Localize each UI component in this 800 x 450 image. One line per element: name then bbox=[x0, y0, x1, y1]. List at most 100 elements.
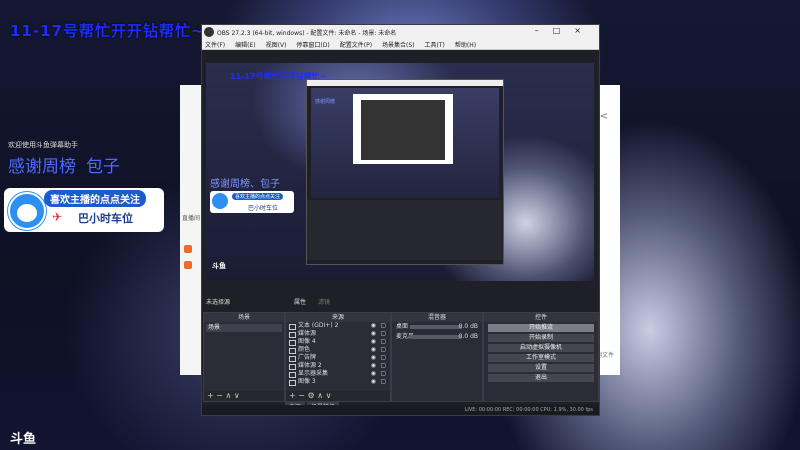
start-streaming-button[interactable]: 开始推流 bbox=[488, 324, 594, 332]
source-item[interactable]: 颜色 ◉ ▢ bbox=[286, 346, 390, 354]
nested-preview: 感谢周榜 bbox=[311, 88, 499, 198]
source-label: 文本 (GDI+) 2 bbox=[298, 322, 339, 329]
context-label: 未选择源 bbox=[206, 299, 231, 306]
source-item[interactable]: 媒体源 ◉ ▢ bbox=[286, 330, 390, 338]
source-item[interactable]: 图像 4 ◉ ▢ bbox=[286, 338, 390, 346]
window-controls[interactable]: –□× bbox=[535, 26, 595, 35]
follow-subtext: 巴小时车位 bbox=[78, 212, 133, 225]
lock-icon[interactable]: ▢ bbox=[380, 338, 386, 346]
scene-item[interactable]: 场景 bbox=[206, 324, 282, 332]
stream-banner-text: 11-17号帮忙开开钻帮忙~ bbox=[10, 22, 205, 40]
lock-icon[interactable]: ▢ bbox=[380, 330, 386, 338]
mixer-label: 桌面 bbox=[396, 323, 409, 330]
lock-icon[interactable]: ▢ bbox=[380, 346, 386, 354]
preview-follow-card: 喜欢主播的点点关注 巴小时车位 bbox=[210, 191, 294, 213]
eye-icon[interactable]: ◉ bbox=[371, 322, 376, 330]
mixer-db: 0.0 dB bbox=[458, 333, 478, 340]
obs-preview[interactable]: 11-17号帮忙开开钻帮忙~ 感谢周榜、包子 喜欢主播的点点关注 巴小时车位 斗… bbox=[206, 63, 594, 281]
source-item[interactable]: 媒体源 2 ◉ ▢ bbox=[286, 362, 390, 370]
browser-side-label[interactable]: 直播间 bbox=[182, 213, 200, 222]
thanks-label: 感谢周榜 bbox=[8, 157, 76, 177]
eye-icon[interactable]: ◉ bbox=[371, 370, 376, 378]
source-label: 图像 3 bbox=[298, 378, 316, 385]
follow-text: 喜欢主播的点点关注 bbox=[44, 190, 146, 207]
lock-icon[interactable]: ▢ bbox=[380, 378, 386, 386]
exit-button[interactable]: 退出 bbox=[488, 374, 594, 382]
sources-toolbar[interactable]: + − ⚙ ∧ ∨ bbox=[286, 391, 390, 401]
obs-title: OBS 27.2.3 (64-bit, windows) - 配置文件: 未命名… bbox=[217, 29, 397, 37]
nested-obs-capture: 感谢周榜 bbox=[306, 79, 504, 265]
menu-help[interactable]: 帮助(H) bbox=[455, 40, 476, 49]
source-label: 媒体源 2 bbox=[298, 362, 322, 369]
preview-thanks: 感谢周榜、包子 bbox=[210, 179, 280, 190]
source-label: 广告牌 bbox=[298, 354, 317, 361]
source-item[interactable]: 文本 (GDI+) 2 ◉ ▢ bbox=[286, 322, 390, 330]
lock-icon[interactable]: ▢ bbox=[380, 362, 386, 370]
source-label: 颜色 bbox=[298, 346, 311, 353]
danmu-helper-title: 欢迎使用斗鱼弹幕助手 bbox=[8, 141, 78, 149]
lock-icon[interactable]: ▢ bbox=[380, 354, 386, 362]
eye-icon[interactable]: ◉ bbox=[371, 330, 376, 338]
source-item[interactable]: 显示器采集 ◉ ▢ bbox=[286, 370, 390, 378]
obs-titlebar: OBS 27.2.3 (64-bit, windows) - 配置文件: 未命名… bbox=[202, 25, 599, 39]
lock-icon[interactable]: ▢ bbox=[380, 370, 386, 378]
properties-button[interactable]: 属性 bbox=[294, 297, 306, 306]
obs-logo-icon bbox=[204, 27, 214, 37]
scenes-header: 场景 bbox=[204, 313, 284, 322]
douyu-logo: 斗鱼 bbox=[10, 432, 37, 447]
nested-text: 感谢周榜 bbox=[315, 99, 336, 105]
mixer-dock: 混音器 桌面 0.0 dB 麦克风 0.0 dB bbox=[391, 312, 483, 402]
controls-header: 控件 bbox=[484, 313, 598, 322]
share-icon[interactable]: < bbox=[600, 111, 608, 122]
source-item[interactable]: 图像 3 ◉ ▢ bbox=[286, 378, 390, 386]
start-recording-button[interactable]: 开始录制 bbox=[488, 334, 594, 342]
settings-button[interactable]: 设置 bbox=[488, 364, 594, 372]
obs-window: OBS 27.2.3 (64-bit, windows) - 配置文件: 未命名… bbox=[201, 24, 600, 416]
preview-mascot-icon bbox=[212, 193, 228, 209]
context-bar: 未选择源 属性 滤镜 bbox=[206, 297, 594, 307]
menu-file[interactable]: 文件(F) bbox=[205, 40, 225, 49]
mixer-header: 混音器 bbox=[392, 313, 482, 322]
scenes-toolbar[interactable]: + − ∧ ∨ bbox=[204, 391, 284, 401]
follow-card: 喜欢主播的点点关注 ✈ 巴小时车位 bbox=[4, 188, 164, 232]
volume-slider[interactable] bbox=[410, 335, 462, 339]
sources-dock: 来源 文本 (GDI+) 2 ◉ ▢ 媒体源 ◉ ▢ 图像 4 ◉ ▢ 颜色 ◉ ▢ 广告牌 ◉ ▢… bbox=[285, 312, 391, 402]
nested-dark-window bbox=[361, 100, 445, 160]
eye-icon[interactable]: ◉ bbox=[371, 378, 376, 386]
source-label: 显示器采集 bbox=[298, 370, 329, 377]
orange-app-icon-2[interactable] bbox=[184, 261, 192, 269]
eye-icon[interactable]: ◉ bbox=[371, 354, 376, 362]
eye-icon[interactable]: ◉ bbox=[371, 362, 376, 370]
mixer-db: 0.0 dB bbox=[458, 323, 478, 330]
menu-tools[interactable]: 工具(T) bbox=[425, 40, 445, 49]
source-item[interactable]: 广告牌 ◉ ▢ bbox=[286, 354, 390, 362]
heart-icon: ✈ bbox=[52, 210, 63, 224]
sources-header: 来源 bbox=[286, 313, 390, 322]
mixer-row: 麦克风 0.0 dB bbox=[392, 332, 482, 342]
volume-slider[interactable] bbox=[410, 325, 462, 329]
lock-icon[interactable]: ▢ bbox=[380, 322, 386, 330]
menu-docks[interactable]: 停靠窗口(D) bbox=[296, 40, 329, 49]
source-label: 图像 4 bbox=[298, 338, 316, 345]
preview-follow-text: 喜欢主播的点点关注 bbox=[232, 193, 284, 200]
menu-scene-collection[interactable]: 场景集合(S) bbox=[382, 40, 415, 49]
menu-edit[interactable]: 编辑(E) bbox=[235, 40, 255, 49]
obs-menubar: 文件(F) 编辑(E) 视图(V) 停靠窗口(D) 配置文件(P) 场景集合(S… bbox=[202, 39, 599, 50]
eye-icon[interactable]: ◉ bbox=[371, 338, 376, 346]
controls-dock: 控件 开始推流 开始录制 启动虚拟摄像机 工作室模式 设置 退出 bbox=[483, 312, 599, 402]
scenes-dock: 场景 场景 + − ∧ ∨ bbox=[203, 312, 285, 402]
virtual-camera-button[interactable]: 启动虚拟摄像机 bbox=[488, 344, 594, 352]
menu-view[interactable]: 视图(V) bbox=[266, 40, 287, 49]
nested-titlebar bbox=[307, 80, 503, 86]
filters-button[interactable]: 滤镜 bbox=[318, 297, 330, 306]
weekly-thanks: 感谢周榜 包子 bbox=[8, 152, 120, 177]
mascot-icon bbox=[8, 192, 46, 230]
eye-icon[interactable]: ◉ bbox=[371, 346, 376, 354]
source-label: 媒体源 bbox=[298, 330, 317, 337]
preview-logo: 斗鱼 bbox=[212, 262, 226, 270]
orange-app-icon[interactable] bbox=[184, 245, 192, 253]
studio-mode-button[interactable]: 工作室模式 bbox=[488, 354, 594, 362]
obs-statusbar: LIVE: 00:00:00 REC: 00:00:00 CPU: 1.9%, … bbox=[202, 405, 599, 415]
preview-follow-subtext: 巴小时车位 bbox=[248, 205, 279, 212]
menu-profile[interactable]: 配置文件(P) bbox=[340, 40, 372, 49]
